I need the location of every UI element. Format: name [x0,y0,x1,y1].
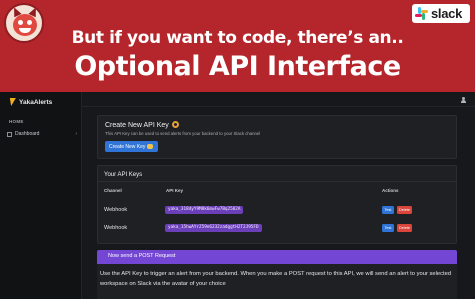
create-key-title-text: Create New API Key [105,122,169,129]
sidebar-item-label: Dashboard [15,131,40,137]
test-button[interactable]: Test [382,224,394,232]
banner: slack But if you want to code, there’s a… [0,0,475,92]
post-request-card: Now send a POST Request Use the API Key … [97,250,457,299]
delete-button[interactable]: Delete [397,224,412,232]
channel-cell: Webhook [104,207,128,213]
api-key-value[interactable]: yaka_15hwAYrZ59e6232zadggtH2T2J95FD [165,224,262,232]
table-row: Webhook yaka_3184yY9M8k6mwFw7Bq2582A Tes… [98,204,456,218]
column-header-api-key: API Key [166,188,184,193]
test-button[interactable]: Test [382,206,394,214]
nav-section-title: HOME [9,119,24,124]
post-request-title: Now send a POST Request [108,253,176,259]
api-key-value[interactable]: yaka_3184yY9M8k6mwFw7Bq2582A [165,206,244,214]
slack-logo-text: slack [431,6,463,21]
delete-button[interactable]: Delete [397,206,412,214]
user-icon[interactable] [461,97,466,103]
channel-cell: Webhook [104,225,128,231]
key-icon [171,121,179,128]
api-keys-title: Your API Keys [104,172,143,178]
slack-icon [415,7,428,20]
create-key-card: Create New API Key This API Key can be u… [97,115,457,159]
create-key-description: This API Key can be used to send alerts … [105,131,261,136]
column-header-actions: Actions [382,188,399,193]
bolt-icon [8,98,16,106]
create-new-key-label: Create New Key [109,143,146,150]
divider [98,181,456,182]
banner-headline: Optional API Interface [74,51,401,82]
api-keys-card: Your API Keys Channel API Key Actions We… [97,165,457,244]
create-key-title: Create New API Key [105,121,179,129]
dashboard-icon [7,131,12,137]
slack-logo: slack [412,4,470,23]
post-request-description: Use the API Key to trigger an alert from… [100,271,452,287]
sidebar-item-dashboard[interactable]: Dashboard › [7,129,77,139]
post-request-header: Now send a POST Request [97,250,457,264]
chevron-right-icon: › [75,131,77,137]
banner-subheadline: But if you want to code, there’s an.. [71,28,404,48]
sidebar: YakaAlerts HOME Dashboard › [0,92,82,299]
create-new-key-button[interactable]: Create New Key [105,141,158,152]
app-window: YakaAlerts HOME Dashboard › Create New A… [0,92,475,299]
column-header-channel: Channel [104,188,122,193]
hand-icon [147,144,154,149]
table-row: Webhook yaka_15hwAYrZ59e6232zadggtH2T2J9… [98,222,456,236]
brand[interactable]: YakaAlerts [8,98,53,106]
brand-name: YakaAlerts [19,98,53,106]
topbar [82,92,475,107]
